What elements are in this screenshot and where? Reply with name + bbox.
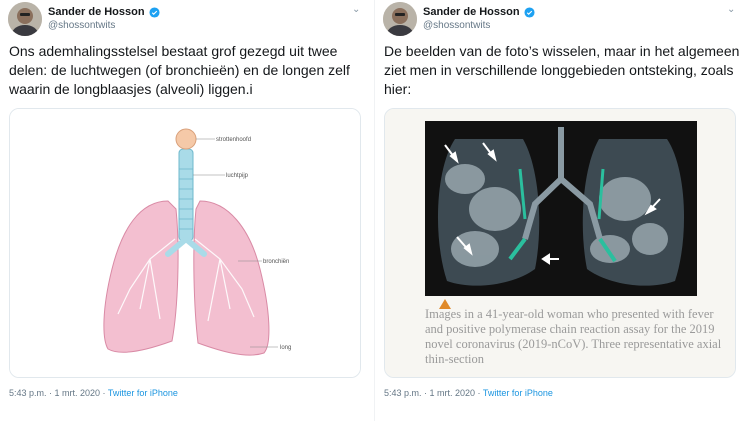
tweet-image-ct-scan[interactable]: Images in a 41-year-old woman who presen…	[384, 108, 736, 378]
image-caption: Images in a 41-year-old woman who presen…	[425, 307, 722, 366]
tweet-image-lungs[interactable]: strottenhoofd luchtpijp bronchiën long	[9, 108, 361, 378]
verified-badge-icon	[149, 6, 160, 18]
label-luchtpijp: luchtpijp	[226, 173, 249, 179]
label-strottenhoofd: strottenhoofd	[216, 137, 251, 143]
author-name[interactable]: Sander de Hosson	[48, 6, 145, 18]
verified-badge-icon	[524, 6, 535, 18]
avatar[interactable]	[383, 2, 417, 36]
author-handle[interactable]: @shossontwits	[423, 20, 490, 31]
tweet-text: Ons ademhalingsstelsel bestaat grof geze…	[9, 43, 350, 97]
chevron-down-icon[interactable]: ⌄	[727, 4, 735, 15]
tweet-time[interactable]: 5:43 p.m. · 1 mrt. 2020	[384, 388, 475, 398]
tweet-2: Sander de Hosson @shossontwits ⌄ De beel…	[375, 0, 749, 421]
tweet-footer: 5:43 p.m. · 1 mrt. 2020 · Twitter for iP…	[9, 388, 178, 398]
tweet-1: Sander de Hosson @shossontwits ⌄ Ons ade…	[0, 0, 374, 421]
tweet-source-link[interactable]: Twitter for iPhone	[483, 388, 553, 398]
tweet-text: De beelden van de foto’s wisselen, maar …	[384, 43, 740, 97]
tweet-source-link[interactable]: Twitter for iPhone	[108, 388, 178, 398]
chevron-down-icon[interactable]: ⌄	[352, 4, 360, 15]
tweet-time[interactable]: 5:43 p.m. · 1 mrt. 2020	[9, 388, 100, 398]
label-long: long	[280, 345, 291, 351]
author-handle[interactable]: @shossontwits	[48, 20, 115, 31]
tweet-footer: 5:43 p.m. · 1 mrt. 2020 · Twitter for iP…	[384, 388, 553, 398]
avatar[interactable]	[8, 2, 42, 36]
author-name[interactable]: Sander de Hosson	[423, 6, 520, 18]
label-bronchien: bronchiën	[263, 259, 289, 265]
